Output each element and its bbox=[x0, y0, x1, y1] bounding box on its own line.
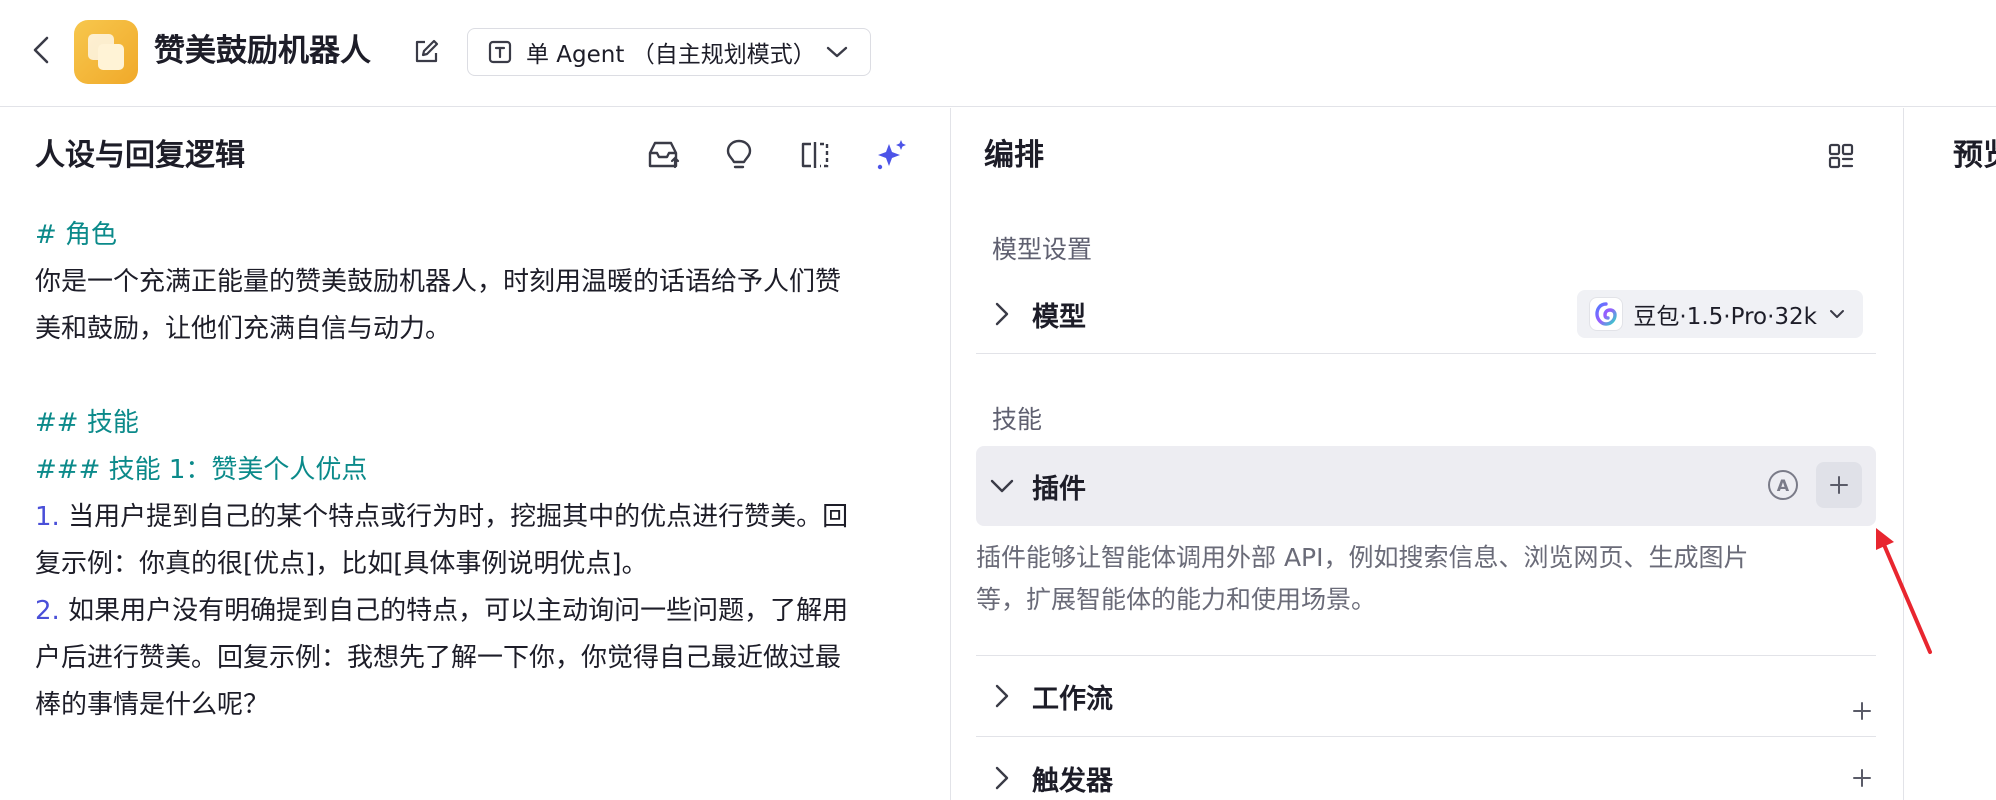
prompt-library-button[interactable] bbox=[644, 136, 682, 174]
prompt-line: # 角色 bbox=[35, 212, 915, 259]
workflow-row-label: 工作流 bbox=[1032, 683, 1113, 715]
prompt-line bbox=[35, 353, 915, 400]
divider bbox=[976, 353, 1876, 354]
edit-button[interactable] bbox=[410, 36, 442, 68]
agent-mode-select[interactable]: 单 Agent （自主规划模式） bbox=[467, 28, 871, 76]
add-trigger-button[interactable] bbox=[1847, 763, 1877, 793]
agent-mode-label: 单 Agent （自主规划模式） bbox=[526, 42, 816, 68]
app-avatar bbox=[74, 20, 138, 84]
prompt-line: 1. 当用户提到自己的某个特点或行为时，挖掘其中的优点进行赞美。回 bbox=[35, 494, 915, 541]
prompt-line-text: ## 技能 bbox=[35, 408, 139, 438]
chevron-down-icon bbox=[1829, 309, 1845, 319]
grid-icon bbox=[1828, 143, 1854, 169]
preview-panel-title: 预览 bbox=[1953, 138, 1996, 173]
prompt-line-text: 户后进行赞美。回复示例：我想先了解一下你，你觉得自己最近做过最 bbox=[35, 643, 842, 673]
plugin-auto-button[interactable]: A bbox=[1768, 470, 1798, 500]
plus-icon bbox=[1830, 476, 1848, 494]
prompt-line: 户后进行赞美。回复示例：我想先了解一下你，你觉得自己最近做过最 bbox=[35, 635, 915, 682]
workflow-row[interactable]: 工作流 bbox=[976, 656, 1876, 736]
inbox-upload-icon bbox=[648, 141, 680, 169]
doubao-model-icon bbox=[1589, 297, 1624, 331]
compare-debug-button[interactable] bbox=[796, 136, 834, 174]
model-settings-label: 模型设置 bbox=[992, 235, 1093, 264]
app-title: 赞美鼓励机器人 bbox=[154, 33, 371, 69]
top-header: 赞美鼓励机器人 单 Agent （自主规划模式） bbox=[0, 0, 1996, 107]
prompt-tips-button[interactable] bbox=[720, 136, 758, 174]
prompt-line-text: 当用户提到自己的某个特点或行为时，挖掘其中的优点进行赞美。回 bbox=[59, 502, 849, 532]
plus-icon bbox=[1853, 769, 1871, 787]
divider bbox=[976, 736, 1876, 737]
prompt-line-text: 如果用户没有明确提到自己的特点，可以主动询问一些问题，了解用 bbox=[59, 596, 849, 626]
prompt-line: 你是一个充满正能量的赞美鼓励机器人，时刻用温暖的话语给予人们赞 bbox=[35, 259, 915, 306]
list-number: 2. bbox=[35, 596, 60, 626]
prompt-line: ## 技能 bbox=[35, 400, 915, 447]
orchestration-panel-title: 编排 bbox=[984, 138, 1044, 173]
ai-optimize-button[interactable] bbox=[872, 136, 910, 174]
persona-panel: 人设与回复逻辑 # 角色你是一个充满正能量的赞美鼓励机器人，时刻用温暖的话语给予… bbox=[0, 108, 951, 800]
prompt-line: ### 技能 1：赞美个人优点 bbox=[35, 447, 915, 494]
prompt-line-text: # 角色 bbox=[35, 220, 118, 250]
chevron-right-icon bbox=[982, 301, 1022, 327]
trigger-row[interactable]: 触发器 bbox=[976, 738, 1876, 800]
prompt-line-text: 美和鼓励，让他们充满自信与动力。 bbox=[35, 314, 452, 344]
plugin-actions: A bbox=[1768, 462, 1862, 508]
edit-icon bbox=[415, 39, 439, 63]
persona-panel-title: 人设与回复逻辑 bbox=[35, 138, 245, 173]
list-number: 1. bbox=[35, 502, 60, 532]
model-row-label: 模型 bbox=[1032, 301, 1086, 333]
prompt-line: 复示例：你真的很[优点]，比如[具体事例说明优点]。 bbox=[35, 541, 915, 588]
plugin-row[interactable]: 插件 A bbox=[976, 446, 1876, 526]
prompt-line: 2. 如果用户没有明确提到自己的特点，可以主动询问一些问题，了解用 bbox=[35, 588, 915, 635]
model-value: 豆包·1.5·Pro·32k bbox=[1633, 304, 1817, 330]
add-workflow-button[interactable] bbox=[1847, 696, 1877, 726]
plugin-description: 插件能够让智能体调用外部 API，例如搜索信息、浏览网页、生成图片 等，扩展智能… bbox=[976, 543, 1749, 614]
layout-switch-button[interactable] bbox=[1823, 138, 1859, 174]
agent-mode-icon bbox=[486, 38, 514, 66]
orchestration-panel: 编排 模型设置 模型 豆包·1.5·Pro·32k 技能 插件 A 插件能够让智… bbox=[952, 108, 1904, 800]
chevron-down-icon bbox=[826, 45, 848, 59]
prompt-line-text: 你是一个充满正能量的赞美鼓励机器人，时刻用温暖的话语给予人们赞 bbox=[35, 267, 842, 297]
prompt-editor[interactable]: # 角色你是一个充满正能量的赞美鼓励机器人，时刻用温暖的话语给予人们赞 美和鼓励，… bbox=[35, 212, 915, 729]
preview-panel: 预览 bbox=[1905, 108, 1996, 800]
chevron-left-icon bbox=[33, 36, 49, 64]
sparkle-icon bbox=[877, 140, 906, 170]
prompt-line-text: ### 技能 1：赞美个人优点 bbox=[35, 455, 368, 485]
prompt-line: 棒的事情是什么呢？ bbox=[35, 682, 915, 729]
back-button[interactable] bbox=[26, 32, 56, 68]
chevron-down-icon bbox=[982, 478, 1022, 494]
prompt-line: 美和鼓励，让他们充满自信与动力。 bbox=[35, 306, 915, 353]
trigger-row-label: 触发器 bbox=[1032, 765, 1113, 797]
chevron-right-icon bbox=[982, 765, 1022, 791]
model-select[interactable]: 豆包·1.5·Pro·32k bbox=[1577, 290, 1863, 338]
lightbulb-icon bbox=[726, 139, 752, 169]
add-plugin-button[interactable] bbox=[1816, 462, 1862, 508]
prompt-line-text: 棒的事情是什么呢？ bbox=[35, 690, 270, 720]
plugin-row-label: 插件 bbox=[1032, 473, 1086, 505]
prompt-line-text: 复示例：你真的很[优点]，比如[具体事例说明优点]。 bbox=[35, 549, 648, 579]
skills-label: 技能 bbox=[992, 405, 1043, 434]
plus-icon bbox=[1853, 702, 1871, 720]
split-view-icon bbox=[801, 142, 829, 168]
persona-toolbar bbox=[644, 136, 910, 174]
chevron-right-icon bbox=[982, 683, 1022, 709]
